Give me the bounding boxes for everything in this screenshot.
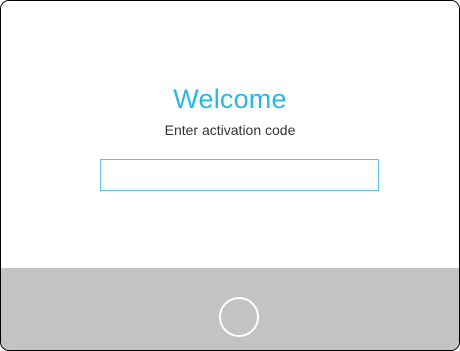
activation-code-input[interactable] [100, 159, 379, 191]
welcome-title: Welcome [173, 84, 287, 114]
activation-panel: Welcome Enter activation code [1, 1, 459, 268]
device-screen: Welcome Enter activation code [0, 0, 460, 351]
circle-outline-icon[interactable] [219, 297, 259, 337]
activation-instruction: Enter activation code [164, 122, 296, 138]
